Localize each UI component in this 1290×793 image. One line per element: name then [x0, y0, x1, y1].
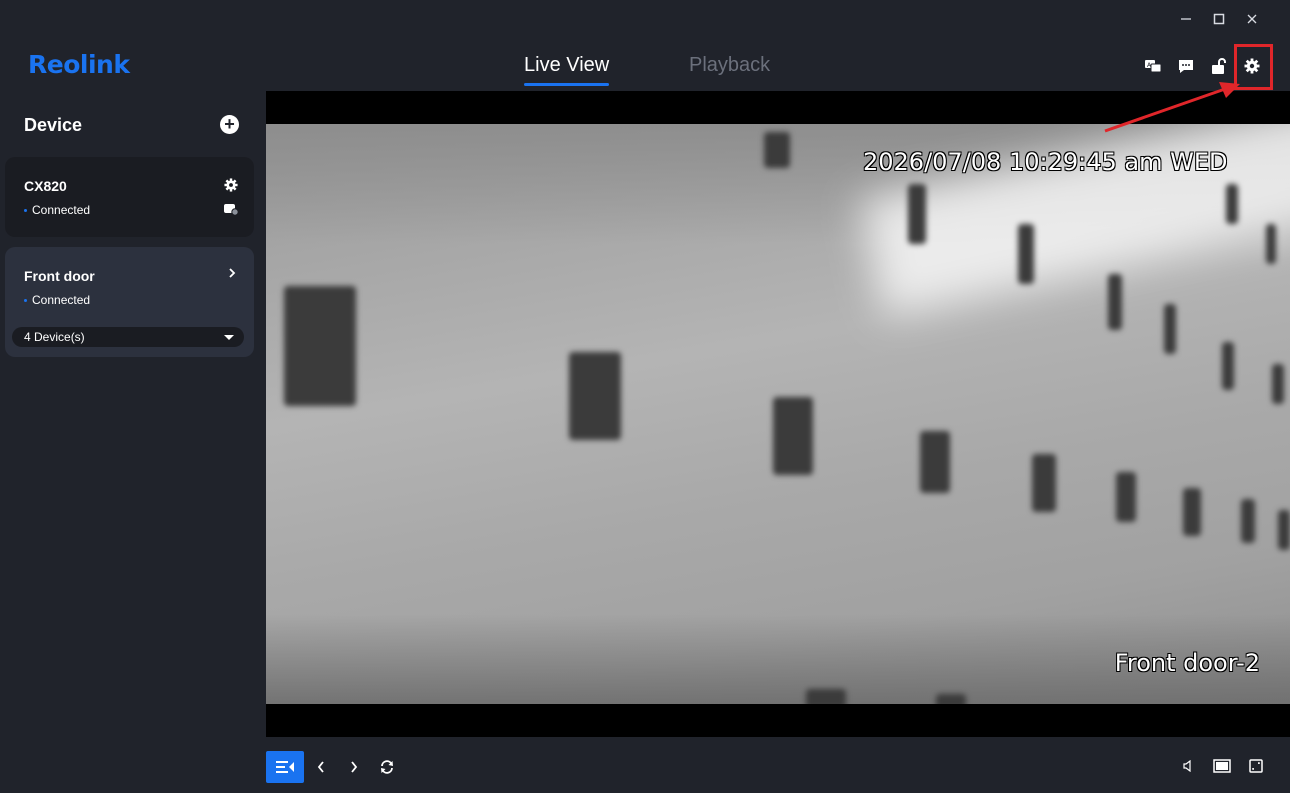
active-tab-indicator — [524, 83, 609, 86]
device-status: Connected — [24, 203, 90, 217]
feed-detail — [806, 689, 846, 704]
feed-detail — [1222, 342, 1234, 390]
camera-feed[interactable]: 2026/07/08 10:29:45 am WED Front door-2 — [266, 124, 1290, 704]
bottom-toolbar-left — [266, 751, 403, 783]
unlock-button[interactable] — [1209, 55, 1229, 77]
minimize-button[interactable] — [1169, 8, 1202, 30]
device-status: Connected — [24, 293, 90, 307]
main-tabs: Live View Playback — [0, 54, 1290, 88]
device-sidebar: Device + CX820 Connected Front door Conn… — [0, 91, 266, 793]
feed-detail — [1108, 274, 1122, 330]
device-count-label: 4 Device(s) — [24, 330, 85, 344]
feed-detail — [1278, 510, 1290, 550]
feed-detail — [920, 431, 950, 493]
status-dot — [24, 299, 27, 303]
device-count-dropdown[interactable]: 4 Device(s) — [12, 327, 244, 347]
feed-detail — [936, 694, 966, 704]
list-layout-icon — [276, 761, 294, 773]
speaker-icon — [1183, 760, 1191, 772]
feed-detail — [1164, 304, 1176, 354]
feed-detail — [908, 184, 926, 244]
maximize-button[interactable] — [1202, 8, 1235, 30]
app-logo: Reolink — [28, 50, 130, 79]
window-controls — [1169, 8, 1268, 30]
feed-detail — [1018, 224, 1034, 284]
feed-detail — [1116, 472, 1136, 522]
feed-detail — [1272, 364, 1284, 404]
video-timestamp: 2026/07/08 10:29:45 am WED — [863, 148, 1228, 176]
feed-detail — [1226, 184, 1238, 224]
settings-highlight-box — [1234, 44, 1273, 90]
minimize-icon — [1180, 18, 1191, 20]
live-view-panel[interactable]: 2026/07/08 10:29:45 am WED Front door-2 — [266, 91, 1290, 737]
fullscreen-button[interactable] — [1246, 755, 1266, 777]
add-device-button[interactable]: + — [220, 115, 239, 134]
translate-button[interactable]: A — [1143, 55, 1163, 77]
feed-detail — [569, 352, 621, 440]
maximize-icon — [1213, 13, 1224, 25]
device-status-label: Connected — [32, 203, 91, 217]
refresh-icon — [380, 760, 393, 774]
feed-detail — [1032, 454, 1056, 512]
layout-list-button[interactable] — [266, 751, 304, 783]
screen-ratio-icon — [1213, 759, 1231, 773]
close-icon — [1247, 14, 1256, 24]
sidebar-title: Device — [24, 115, 83, 135]
device-name: Front door — [24, 268, 95, 284]
feed-detail — [284, 286, 356, 406]
chevron-left-icon — [317, 761, 324, 773]
feed-detail — [773, 397, 813, 475]
app-window: Reolink Live View Playback A Device + CX… — [0, 0, 1290, 793]
next-button[interactable] — [337, 751, 370, 783]
unlock-icon — [1212, 58, 1226, 74]
volume-button[interactable] — [1178, 755, 1198, 777]
message-icon — [1179, 59, 1193, 73]
close-button[interactable] — [1235, 8, 1268, 30]
message-button[interactable] — [1176, 55, 1196, 77]
feed-detail — [764, 132, 790, 168]
bottom-toolbar-right — [1178, 755, 1266, 777]
tab-playback[interactable]: Playback — [689, 54, 770, 77]
device-card-cx820[interactable]: CX820 Connected — [5, 157, 254, 237]
feed-detail — [1266, 224, 1276, 264]
fullscreen-icon — [1249, 759, 1263, 773]
feed-detail — [1241, 499, 1255, 543]
previous-button[interactable] — [304, 751, 337, 783]
device-status-label: Connected — [32, 293, 91, 307]
tab-live-view[interactable]: Live View — [524, 54, 609, 77]
chevron-right-icon — [350, 761, 357, 773]
storage-icon — [224, 204, 239, 216]
status-dot — [24, 209, 27, 213]
refresh-button[interactable] — [370, 751, 403, 783]
device-settings-icon[interactable] — [224, 178, 238, 192]
feed-detail — [1183, 488, 1201, 536]
camera-name-overlay: Front door-2 — [1114, 649, 1260, 677]
device-card-front-door[interactable]: Front door Connected 4 Device(s) — [5, 247, 254, 357]
aspect-ratio-button[interactable] — [1212, 755, 1232, 777]
chevron-right-icon[interactable] — [228, 266, 236, 282]
device-name: CX820 — [24, 178, 67, 194]
chevron-down-icon — [224, 335, 234, 340]
translate-icon: A — [1145, 60, 1162, 73]
